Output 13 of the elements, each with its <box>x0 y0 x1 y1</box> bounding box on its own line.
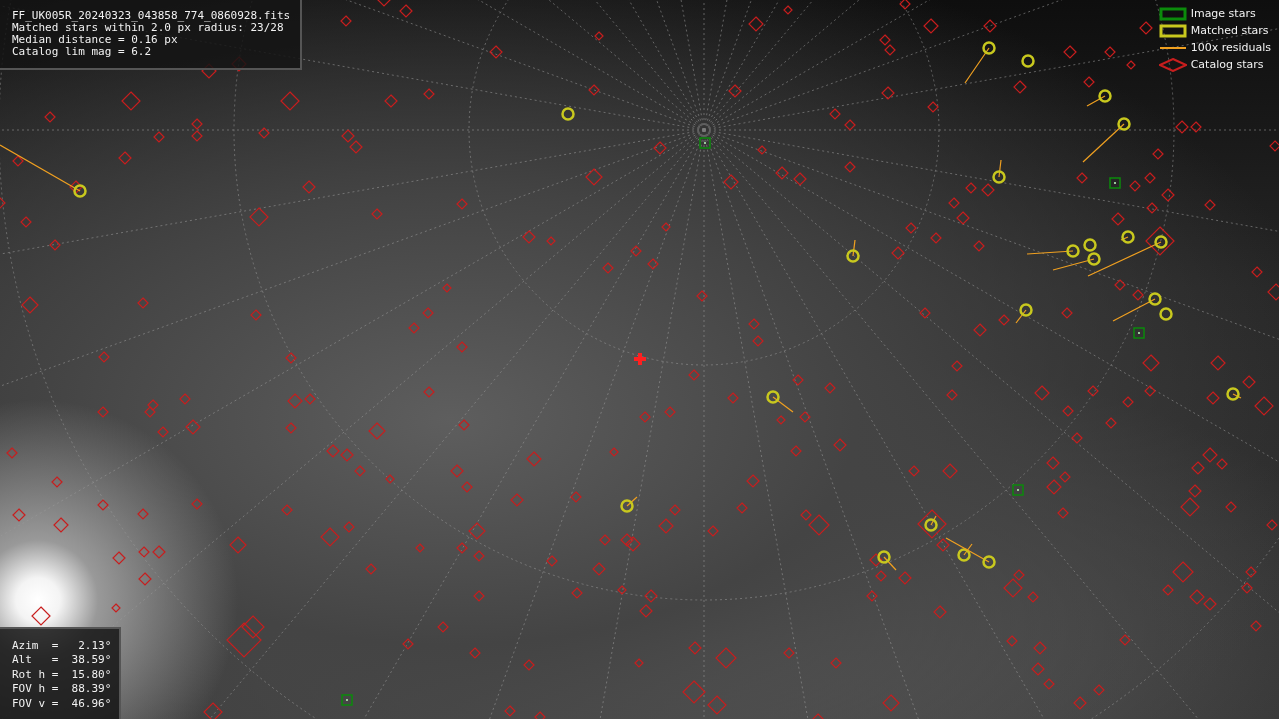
info-text: Catalog lim mag = 6.2 <box>12 46 153 58</box>
pointing-text: FOV h = 88.39° <box>12 682 112 697</box>
legend-label: Image stars <box>1190 7 1256 20</box>
legend-label: 100x residuals <box>1190 41 1271 54</box>
pointing-text: FOV v = 46.96° <box>12 696 112 711</box>
pointing-text: Rot h = 15.80° <box>12 667 112 682</box>
info-text: Matched stars within 2.0 px radius: 23/28 <box>12 22 284 34</box>
legend-label: Matched stars <box>1190 24 1269 37</box>
info-text: FF_UK005R_20240323_043858_774_0860928.fits <box>12 10 291 22</box>
pointing-text: Azim = 2.13° <box>12 638 112 653</box>
legend-label: Catalog stars <box>1190 58 1264 71</box>
info-text: Median distance = 0.16 px <box>12 34 179 46</box>
pointing-text: Alt = 38.59° <box>12 653 112 668</box>
